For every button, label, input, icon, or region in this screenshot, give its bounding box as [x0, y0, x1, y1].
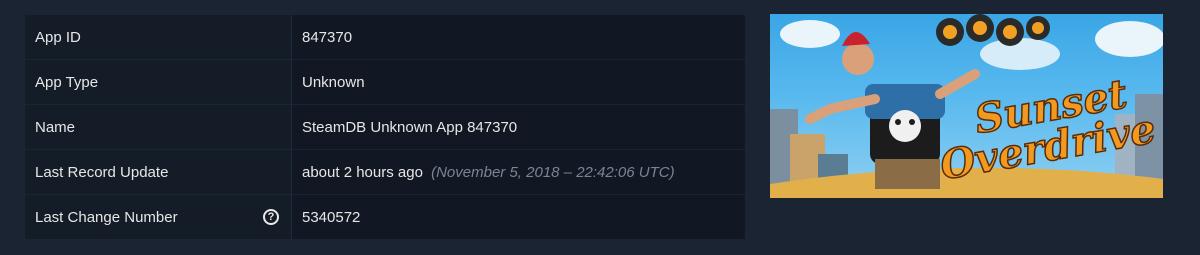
header-image-art: Sunset Overdrive [770, 14, 1163, 198]
table-row: App ID 847370 [25, 15, 745, 60]
table-row: Last Change Number ? 5340572 [25, 194, 745, 240]
row-value-last-change-number: 5340572 [291, 194, 745, 240]
absolute-timestamp: (November 5, 2018 – 22:42:06 UTC) [431, 163, 675, 181]
cloud-shape [780, 20, 840, 48]
table-row: App Type Unknown [25, 59, 745, 105]
row-key-last-change-number: Last Change Number ? [25, 194, 292, 240]
table-row: Name SteamDB Unknown App 847370 [25, 104, 745, 150]
table-row: Last Record Update about 2 hours ago (No… [25, 149, 745, 195]
character-pants [875, 159, 940, 189]
app-info-panel: App ID 847370 App Type Unknown Name Stea… [0, 0, 1200, 255]
row-key-name: Name [25, 104, 292, 150]
row-value-app-type: Unknown [291, 59, 745, 105]
row-key-last-record-update: Last Record Update [25, 149, 292, 195]
row-key-app-type: App Type [25, 59, 292, 105]
character-head [842, 43, 874, 75]
app-header-image: Sunset Overdrive [770, 14, 1163, 198]
row-key-app-id: App ID [25, 15, 292, 60]
row-value-last-record-update: about 2 hours ago (November 5, 2018 – 22… [291, 149, 745, 195]
row-value-name: SteamDB Unknown App 847370 [291, 104, 745, 150]
app-info-table: App ID 847370 App Type Unknown Name Stea… [25, 15, 745, 240]
shirt-graphic [889, 110, 921, 142]
question-circle-icon[interactable]: ? [263, 209, 279, 225]
cloud-shape [1095, 21, 1163, 57]
relative-time: about 2 hours ago [302, 163, 423, 181]
cloud-shape [980, 38, 1060, 70]
character-mohawk [842, 31, 870, 46]
row-value-app-id: 847370 [291, 15, 745, 60]
row-key-label: Last Change Number [35, 208, 178, 226]
